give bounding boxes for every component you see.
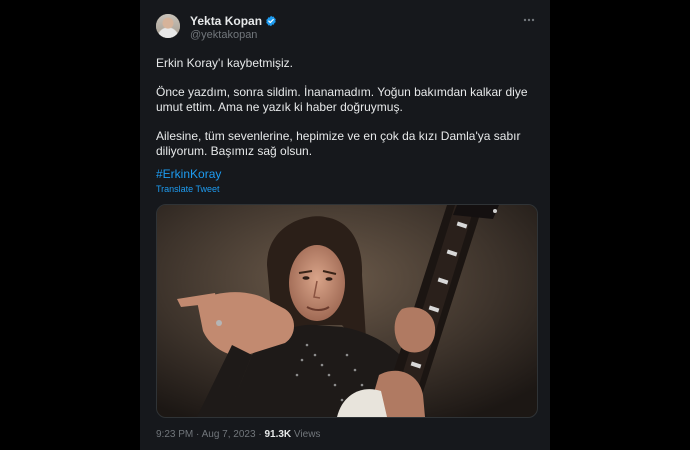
- tweet-metadata: 9:23 PM · Aug 7, 2023 · 91.3K Views: [156, 429, 320, 441]
- user-handle[interactable]: @yektakopan: [190, 29, 257, 42]
- views-count[interactable]: 91.3K: [264, 429, 291, 440]
- hashtag-link[interactable]: #ErkinKoray: [156, 167, 221, 182]
- screenshot-page: Yekta Kopan @yektakopan Erkin Koray'ı ka…: [0, 0, 690, 450]
- tweet-photo[interactable]: [156, 204, 538, 418]
- views-label: Views: [293, 429, 321, 440]
- user-name-row[interactable]: Yekta Kopan: [190, 14, 277, 28]
- avatar-image: [156, 14, 180, 38]
- tweet-text: Erkin Koray'ı kaybetmişiz. Önce yazdım, …: [156, 56, 541, 173]
- avatar[interactable]: [156, 14, 180, 38]
- tweet-paragraph-2: Önce yazdım, sonra sildim. İnanamadım. Y…: [156, 85, 528, 114]
- more-options-icon[interactable]: [522, 13, 536, 27]
- verified-badge-icon: [266, 15, 276, 27]
- tweet-date[interactable]: Aug 7, 2023: [202, 429, 256, 440]
- tweet-card: Yekta Kopan @yektakopan Erkin Koray'ı ka…: [140, 0, 550, 450]
- photo-illustration: [157, 205, 537, 417]
- meta-separator-1: ·: [196, 429, 200, 440]
- user-name[interactable]: Yekta Kopan: [190, 14, 262, 28]
- tweet-paragraph-3: Ailesine, tüm sevenlerine, hepimize ve e…: [156, 129, 521, 158]
- tweet-line-1: Erkin Koray'ı kaybetmişiz.: [156, 56, 293, 70]
- tweet-time[interactable]: 9:23 PM: [156, 429, 193, 440]
- translate-tweet-link[interactable]: Translate Tweet: [156, 184, 220, 195]
- meta-separator-2: ·: [258, 429, 262, 440]
